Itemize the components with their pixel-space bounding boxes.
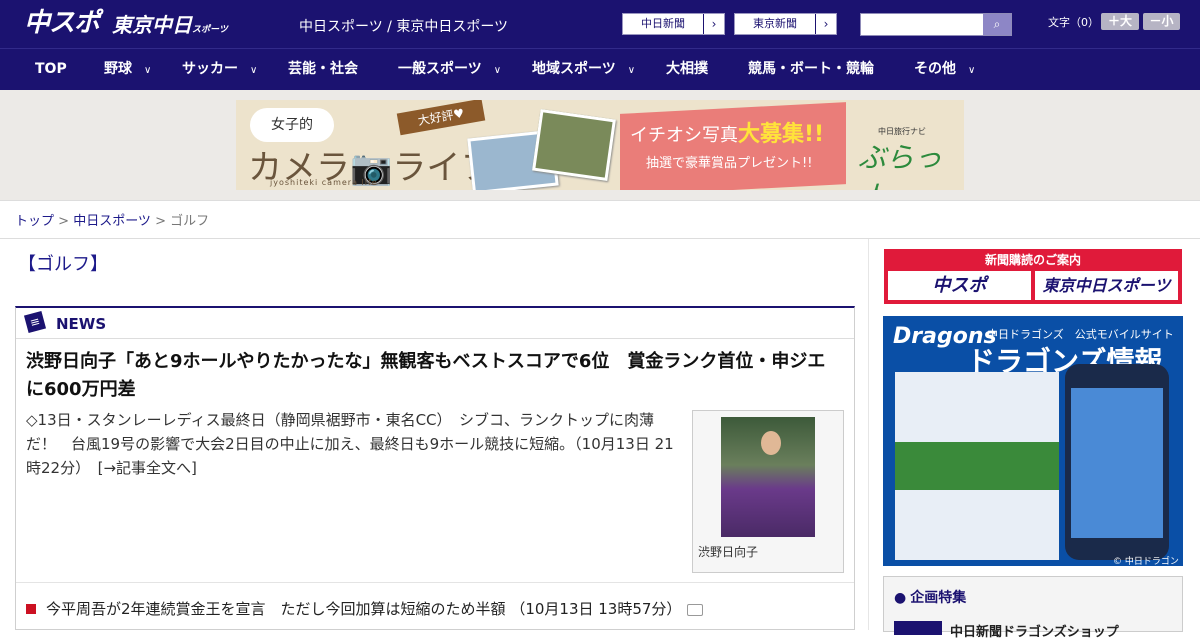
nav-entertainment-label: 芸能・社会 <box>288 61 358 77</box>
banner-ichioshi: イチオシ写真大募集!! <box>630 116 824 148</box>
camera-icon <box>687 603 704 616</box>
article-summary[interactable]: ◇13日・スタンレーレディス最終日（静岡県裾野市・東名CC） シブコ、ランクトッ… <box>26 408 676 480</box>
chevron-right-icon: › <box>815 14 836 34</box>
dragons-ad[interactable]: Dragons 中日ドラゴンズ 公式モバイルサイト ドラゴンズ情報 © 中日ドラ… <box>883 316 1183 566</box>
search-input[interactable] <box>861 14 981 35</box>
newspaper-icon: ≡ <box>23 310 47 334</box>
nav-other[interactable]: その他 ∨ <box>914 49 975 90</box>
nav-keiba-label: 競馬・ボート・競輪 <box>748 61 874 77</box>
news-panel: ≡ NEWS 渋野日向子「あと9ホールやりたかったな」無観客もベストスコアで6位… <box>15 306 855 630</box>
nav-top[interactable]: TOP <box>35 49 67 90</box>
chevron-down-icon: ∨ <box>627 65 636 76</box>
banner-joshi-bubble: 女子的 <box>250 108 334 142</box>
breadcrumb-current: ゴルフ <box>170 214 210 229</box>
nav-entertainment[interactable]: 芸能・社会 <box>288 49 358 90</box>
chevron-down-icon: ∨ <box>968 65 976 76</box>
tokyo-chunichi-logo-text: 東京中日 <box>112 13 192 37</box>
article-photo-image <box>721 417 815 537</box>
font-larger-button[interactable]: ＋大 <box>1101 13 1139 30</box>
nav-baseball-label: 野球 <box>104 61 132 77</box>
feature-title: ● 企画特集 <box>894 587 966 607</box>
font-size-label: 文字（0） <box>1048 16 1099 29</box>
banner-photo <box>532 109 616 181</box>
chevron-down-icon: ∨ <box>250 65 258 76</box>
chuspo-logo[interactable]: 中スポ <box>24 8 100 38</box>
banner-ichioshi-text: イチオシ写真 <box>630 125 738 146</box>
article-headline[interactable]: 渋野日向子「あと9ホールやりたかったな」無観客もベストスコアで6位 賞金ランク首… <box>26 348 836 404</box>
main-nav: TOP 野球 ∨ サッカー ∨ 芸能・社会 一般スポーツ ∨ 地域スポーツ ∨ 大相撲 … <box>0 48 1200 90</box>
nav-general-sports[interactable]: 一般スポーツ ∨ <box>398 49 501 90</box>
breadcrumb-top-link[interactable]: トップ <box>15 214 54 229</box>
photo-face <box>761 431 781 455</box>
banner-burari-logo: ぶらっ人 <box>858 141 943 190</box>
nav-sumo[interactable]: 大相撲 <box>666 49 708 90</box>
nav-keiba[interactable]: 競馬・ボート・競輪 <box>748 49 874 90</box>
subscription-title: 新聞購読のご案内 <box>984 253 1081 267</box>
feature-thumbnail[interactable] <box>894 621 942 635</box>
nav-local-sports[interactable]: 地域スポーツ ∨ <box>532 49 635 90</box>
tokyo-shimbun-label: 東京新聞 <box>753 17 797 30</box>
feature-title-text: 企画特集 <box>910 590 967 606</box>
subscribe-tokyo-button[interactable]: 東京中日スポーツ <box>1035 271 1178 300</box>
page-title: 【ゴルフ】 <box>18 254 108 275</box>
nav-soccer[interactable]: サッカー ∨ <box>182 49 257 90</box>
chevron-down-icon: ∨ <box>144 65 152 76</box>
chevron-down-icon: ∨ <box>493 65 502 76</box>
divider <box>16 582 854 583</box>
chevron-right-icon: › <box>703 14 724 34</box>
bullet-icon <box>26 603 36 614</box>
news-list-item-text: 今平周吾が2年連続賞金王を宣言 ただし今回加算は短縮のため半額 （10月13日 … <box>46 600 682 618</box>
phone-screen-graphic <box>1071 388 1163 538</box>
nav-sumo-label: 大相撲 <box>666 61 708 77</box>
chunichi-shimbun-button[interactable]: 中日新聞 › <box>622 13 725 35</box>
breadcrumb-separator: > <box>58 214 74 229</box>
breadcrumb-separator: > <box>155 214 171 229</box>
breadcrumb: トップ > 中日スポーツ > ゴルフ <box>15 210 209 229</box>
news-list-item[interactable]: 今平周吾が2年連続賞金王を宣言 ただし今回加算は短縮のため半額 （10月13日 … <box>26 598 704 619</box>
dragons-field-graphic <box>895 442 1059 490</box>
divider <box>0 200 1200 201</box>
divider <box>0 238 1200 239</box>
breadcrumb-section-link[interactable]: 中日スポーツ <box>73 214 151 229</box>
feature-box: ● 企画特集 中日新聞ドラゴンズショップ <box>883 576 1183 640</box>
site-links[interactable]: 中日スポーツ / 東京中日スポーツ <box>299 16 508 36</box>
pin-icon: ● <box>894 590 907 606</box>
subscribe-chuspo-button[interactable]: 中スポ <box>888 271 1031 300</box>
tokyo-chunichi-logo[interactable]: 東京中日スポーツ <box>112 10 228 45</box>
camera-life-banner[interactable]: 女子的 カメラ📷ライフ jyoshiteki camera life 大好評♥ … <box>236 100 964 190</box>
search-box: ⌕ <box>860 13 1012 36</box>
subscription-box: 新聞購読のご案内 中スポ 東京中日スポーツ <box>884 249 1182 304</box>
nav-local-sports-label: 地域スポーツ <box>532 61 616 77</box>
chunichi-shimbun-label: 中日新聞 <box>641 17 685 30</box>
nav-soccer-label: サッカー <box>182 61 238 77</box>
search-button[interactable]: ⌕ <box>983 14 1011 35</box>
news-header: ≡ NEWS <box>16 308 854 339</box>
column-divider <box>868 239 869 630</box>
feature-item[interactable]: 中日新聞ドラゴンズショップ <box>950 621 1119 640</box>
search-icon: ⌕ <box>993 17 1001 31</box>
dragons-copyright: © 中日ドラゴンズ <box>1113 557 1179 566</box>
tokyo-chunichi-logo-sub: スポーツ <box>192 25 228 35</box>
banner-band: 女子的 カメラ📷ライフ jyoshiteki camera life 大好評♥ … <box>0 90 1200 200</box>
news-label: NEWS <box>56 315 107 333</box>
nav-top-label: TOP <box>35 61 67 77</box>
nav-general-sports-label: 一般スポーツ <box>398 61 482 77</box>
banner-present: 抽選で豪華賞品プレゼント!! <box>646 156 813 171</box>
tokyo-shimbun-button[interactable]: 東京新聞 › <box>734 13 837 35</box>
photo-caption: 渋野日向子 <box>698 545 759 559</box>
nav-other-label: その他 <box>914 61 956 77</box>
banner-subtitle: jyoshiteki camera life <box>270 178 378 187</box>
article-photo[interactable]: 渋野日向子 <box>692 410 844 573</box>
nav-baseball[interactable]: 野球 ∨ <box>104 49 151 90</box>
site-header: 中スポ 東京中日スポーツ 中日スポーツ / 東京中日スポーツ 中日新聞 › 東京… <box>0 0 1200 48</box>
banner-daikohyo-tag: 大好評♥ <box>396 100 486 136</box>
font-smaller-button[interactable]: －小 <box>1143 13 1180 30</box>
banner-daiboshu: 大募集!! <box>738 122 825 147</box>
